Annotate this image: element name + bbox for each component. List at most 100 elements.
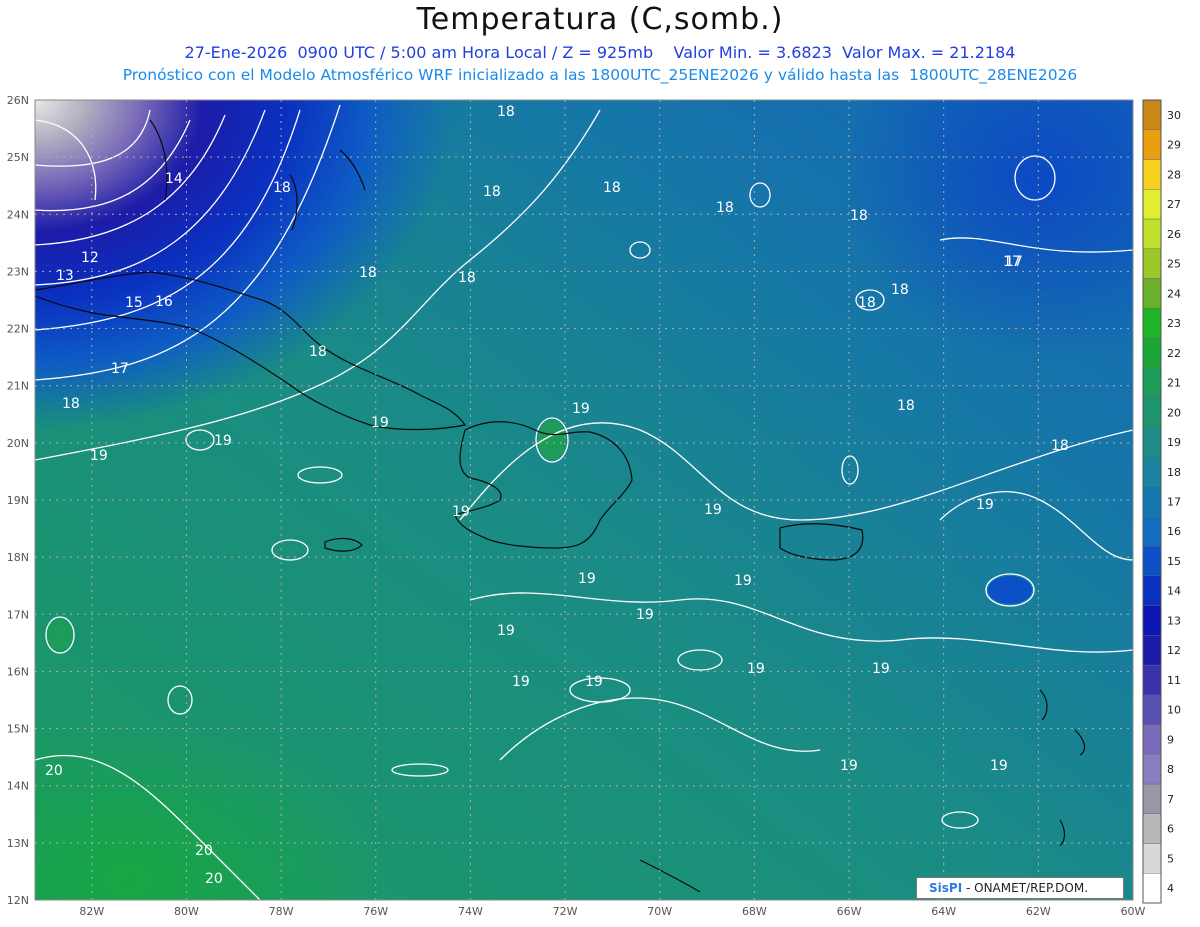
colorbar-label: 7 [1167,793,1174,806]
contour-label: 19 [90,448,108,464]
latitude-label: 25N [7,151,29,164]
contour-label: 13 [56,268,74,284]
contour-label: 18 [483,184,501,200]
colorbar-swatch [1142,605,1162,636]
longitude-label: 74W [458,905,483,918]
credit-brand: SisPI [929,881,963,895]
latitude-label: 16N [7,665,29,678]
contour-label: 19 [990,758,1008,774]
latitude-labels: 12N 13N 14N 15N 16N 17N 18N 19N 20N 21N 22N 23N 24N 2… [7,94,29,907]
contour-label: 18 [62,396,80,412]
colorbar-label: 26 [1167,228,1181,241]
contour-label: 18 [309,344,327,360]
longitude-label: 62W [1026,905,1051,918]
colorbar-label: 13 [1167,614,1181,627]
contour-label: 18 [850,208,868,224]
colorbar-label: 8 [1167,763,1174,776]
contour-label: 19 [371,415,389,431]
colorbar-label: 15 [1167,555,1181,568]
latitude-label: 19N [7,494,29,507]
latitude-label: 26N [7,94,29,107]
colorbar-swatch [1142,456,1162,487]
contour-label: 17 [111,361,129,377]
contour-label: 18 [891,282,909,298]
latitude-label: 20N [7,437,29,450]
latitude-label: 18N [7,551,29,564]
contour-label: 15 [125,295,143,311]
latitude-label: 12N [7,894,29,907]
longitude-label: 72W [553,905,578,918]
contour-label: 19 [452,504,470,520]
contour-label: 19 [572,401,590,417]
latitude-label: 22N [7,323,29,336]
colorbar-label: 27 [1167,198,1181,211]
latitude-label: 14N [7,780,29,793]
colorbar-label: 24 [1167,287,1181,300]
colorbar-label: 21 [1167,377,1181,390]
cool-pocket [988,576,1032,604]
colorbar-label: 17 [1167,496,1181,509]
contour-label: 19 [704,502,722,518]
longitude-label: 66W [837,905,862,918]
colorbar-label: 30 [1167,109,1181,122]
colorbar-swatch [1142,783,1162,814]
longitude-labels: 82W 80W 78W 76W 74W 72W 70W 68W 66W 64W 62W 60W [79,905,1145,918]
colorbar-swatch [1142,545,1162,577]
colorbar-label: 6 [1167,823,1174,836]
longitude-label: 78W [269,905,294,918]
colorbar-label: 14 [1167,585,1181,598]
contour-label: 16 [155,294,173,310]
colorbar: 4 5 6 7 8 9 10 11 12 13 14 15 16 17 18 19 20 21 22 23 24 25 26… [1142,99,1181,904]
colorbar-swatch [1142,426,1162,458]
colorbar-swatch [1142,724,1162,755]
contour-label: 19 [214,433,232,449]
latitude-label: 21N [7,380,29,393]
contour-label: 19 [734,573,752,589]
colorbar-label: 12 [1167,644,1181,657]
colorbar-label: 19 [1167,436,1181,449]
colorbar-swatch [1142,99,1162,130]
colorbar-label: 23 [1167,317,1181,330]
latitude-label: 13N [7,837,29,850]
contour-label: 17 [1003,254,1021,270]
contour-label: 19 [872,661,890,677]
contour-label: 18 [359,265,377,281]
longitude-label: 76W [363,905,388,918]
contour-label: 19 [840,758,858,774]
colorbar-label: 4 [1167,882,1174,895]
contour-label: 19 [636,607,654,623]
temperature-map: 18 18 18 18 18 18 18 17 17 14 12 13 15 16 18 17 18 19 19 19… [7,94,1181,918]
longitude-label: 80W [174,905,199,918]
credit-org: - ONAMET/REP.DOM. [962,881,1089,895]
colorbar-swatch [1142,664,1162,696]
longitude-label: 64W [931,905,956,918]
colorbar-swatch [1142,486,1162,517]
contour-label: 19 [512,674,530,690]
colorbar-swatch [1142,307,1162,339]
colorbar-swatch [1142,516,1162,547]
latitude-label: 15N [7,723,29,736]
contour-label: 19 [497,623,515,639]
colorbar-swatch [1142,129,1162,160]
contour-label: 20 [205,871,223,887]
contour-label: 18 [858,295,876,311]
colorbar-swatch [1142,278,1162,309]
colorbar-label: 25 [1167,258,1181,271]
contour-label: 19 [976,497,994,513]
latitude-label: 17N [7,608,29,621]
colorbar-label: 5 [1167,852,1174,865]
colorbar-label: 11 [1167,674,1181,687]
latitude-label: 23N [7,265,29,278]
colorbar-swatch [1142,813,1162,844]
contour-label: 18 [273,180,291,196]
colorbar-swatch [1142,189,1162,220]
latitude-label: 24N [7,208,29,221]
contour-label: 12 [81,250,99,266]
contour-label: 18 [458,270,476,286]
contour-label: 18 [1051,438,1069,454]
colorbar-swatch [1142,337,1162,368]
colorbar-swatch [1142,754,1162,785]
longitude-label: 60W [1121,905,1146,918]
longitude-label: 82W [79,905,104,918]
colorbar-label: 16 [1167,525,1181,538]
